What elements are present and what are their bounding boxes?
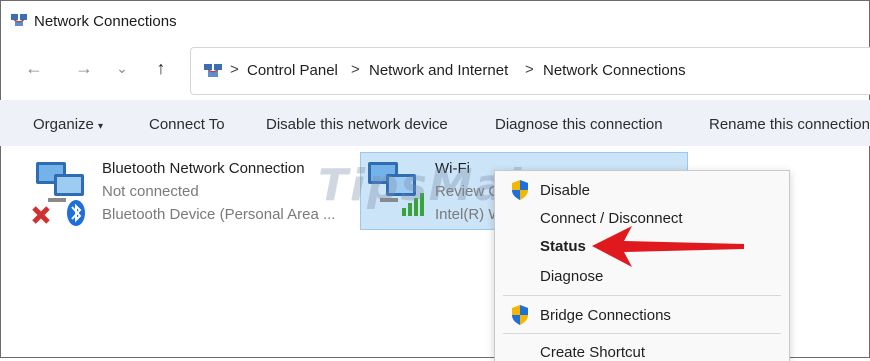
menu-item-create-shortcut[interactable]: Create Shortcut bbox=[540, 344, 645, 361]
connection-status: Not connected bbox=[102, 183, 199, 200]
forward-button[interactable]: → bbox=[73, 58, 95, 78]
organize-label: Organize bbox=[33, 116, 94, 133]
uac-shield-icon bbox=[512, 305, 528, 325]
chevron-down-icon: ▾ bbox=[98, 121, 104, 132]
rename-connection-button[interactable]: Rename this connection bbox=[709, 116, 870, 133]
window-title: Network Connections bbox=[34, 13, 177, 30]
connection-device: Bluetooth Device (Personal Area ... bbox=[102, 206, 336, 223]
up-button[interactable]: ↑ bbox=[150, 58, 172, 78]
bluetooth-adapter-icon bbox=[32, 162, 85, 226]
breadcrumb-separator: > bbox=[351, 61, 360, 78]
menu-separator bbox=[503, 333, 781, 334]
breadcrumb-control-panel[interactable]: Control Panel bbox=[247, 62, 338, 79]
diagnose-connection-button[interactable]: Diagnose this connection bbox=[495, 116, 663, 133]
network-connections-icon bbox=[11, 14, 27, 26]
breadcrumb-separator: > bbox=[525, 61, 534, 78]
red-arrow-annotation bbox=[592, 226, 744, 267]
recent-locations-button[interactable]: ⌄ bbox=[111, 58, 133, 78]
network-folder-icon bbox=[204, 64, 222, 77]
menu-item-disable[interactable]: Disable bbox=[540, 182, 590, 199]
connection-name: Bluetooth Network Connection bbox=[102, 160, 305, 177]
back-button[interactable]: ← bbox=[23, 58, 45, 78]
address-path-box[interactable]: > Control Panel > Network and Internet >… bbox=[190, 47, 870, 95]
menu-item-status[interactable]: Status bbox=[540, 238, 586, 255]
connect-to-button[interactable]: Connect To bbox=[149, 116, 225, 133]
uac-shield-icon bbox=[512, 180, 528, 200]
menu-item-bridge-connections[interactable]: Bridge Connections bbox=[540, 307, 671, 324]
menu-separator bbox=[503, 295, 781, 296]
breadcrumb-separator: > bbox=[230, 61, 239, 78]
address-bar: ← → ⌄ ↑ > Control Panel > Network and In… bbox=[0, 38, 870, 98]
menu-item-diagnose[interactable]: Diagnose bbox=[540, 268, 603, 285]
command-toolbar: Organize ▾ Connect To Disable this netwo… bbox=[0, 100, 870, 146]
breadcrumb-network-and-internet[interactable]: Network and Internet bbox=[369, 62, 508, 79]
breadcrumb-network-connections[interactable]: Network Connections bbox=[543, 62, 686, 79]
organize-button[interactable]: Organize ▾ bbox=[33, 116, 103, 133]
disable-device-button[interactable]: Disable this network device bbox=[266, 116, 448, 133]
title-bar: Network Connections bbox=[0, 0, 870, 38]
